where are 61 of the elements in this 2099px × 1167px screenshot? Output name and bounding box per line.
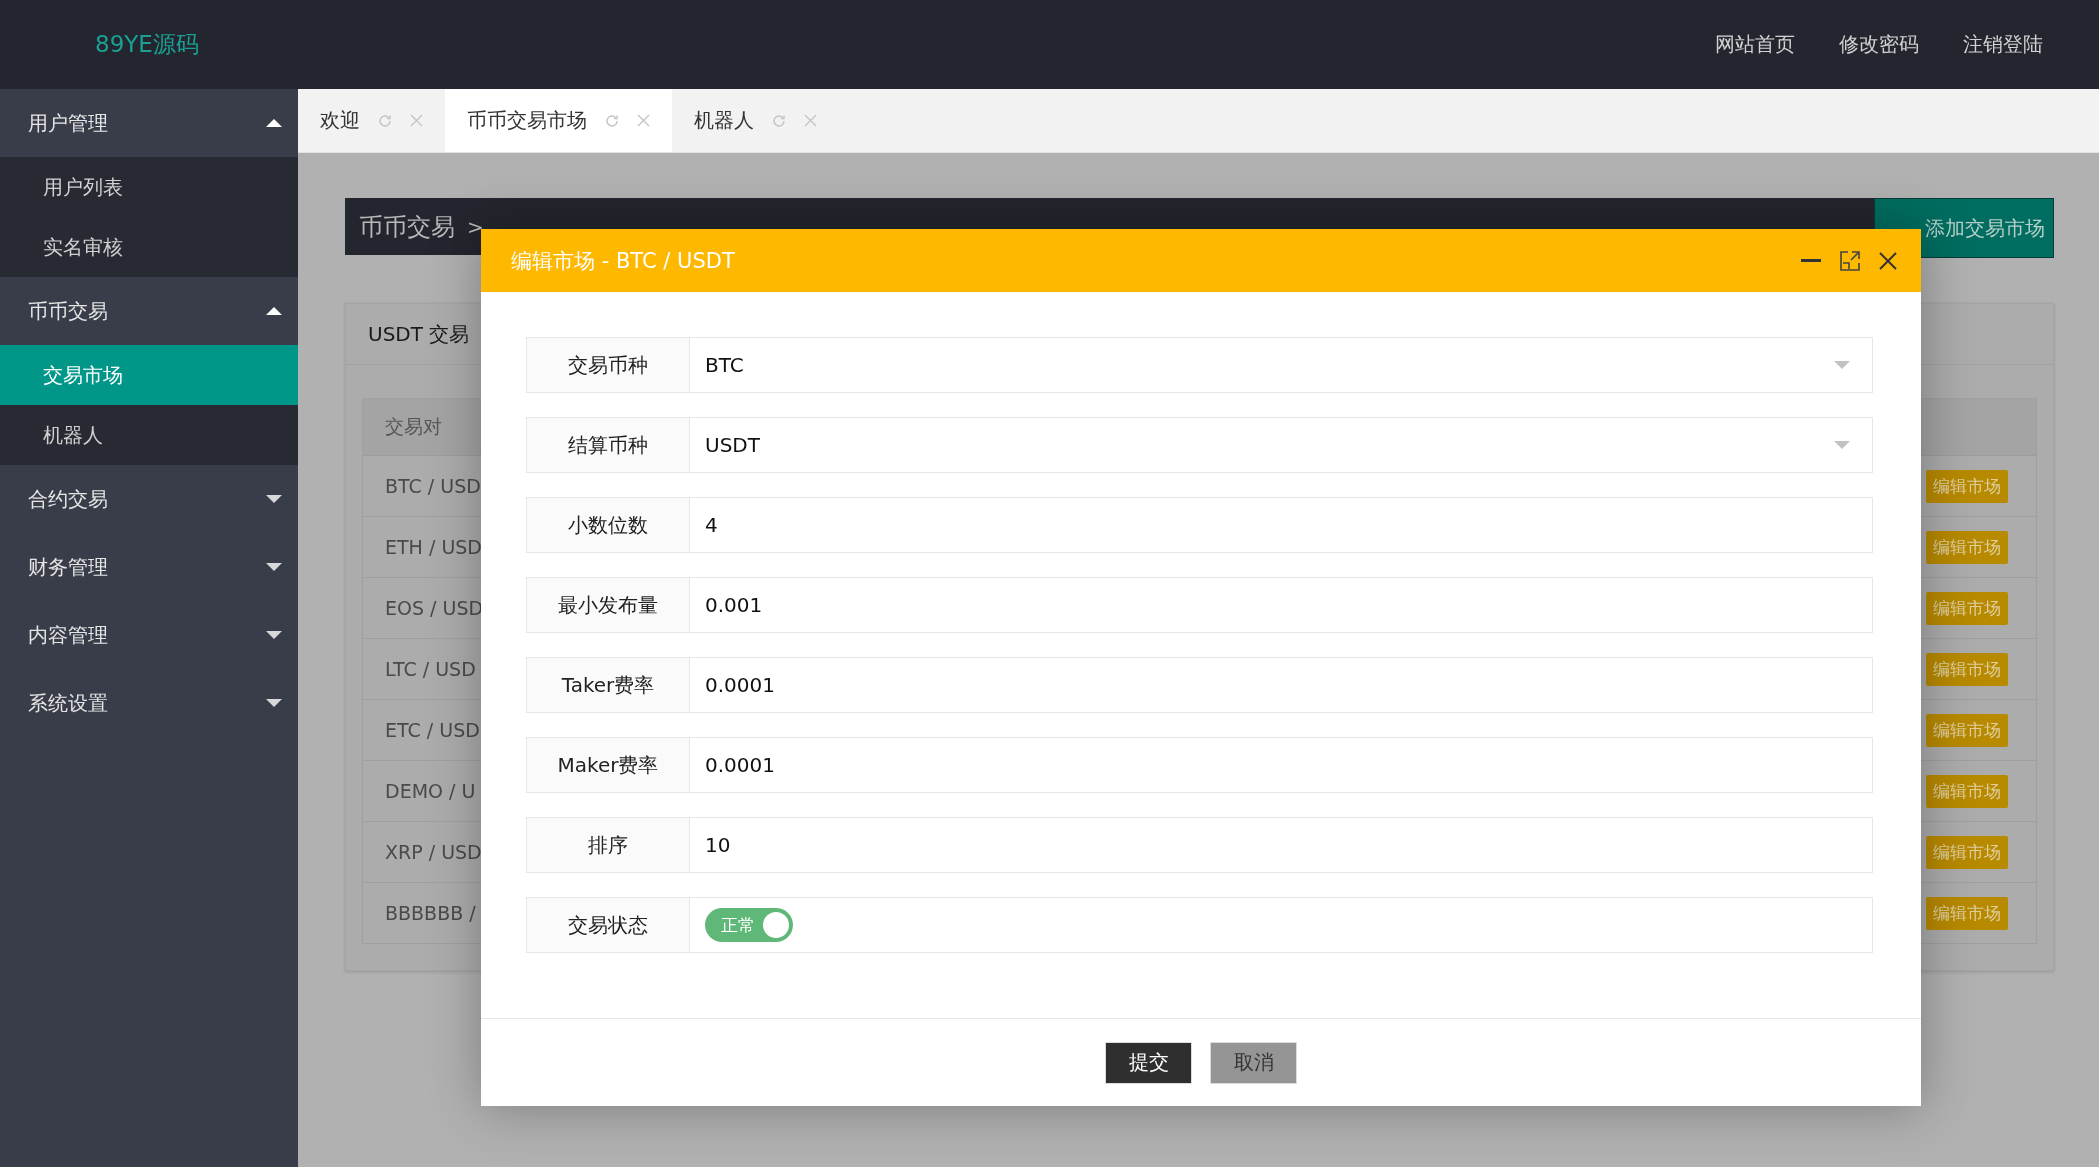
- sidebar-item[interactable]: 用户列表: [0, 157, 298, 217]
- table-cell: BTC / USD: [385, 475, 481, 497]
- sidebar-group[interactable]: 系统设置: [0, 669, 298, 737]
- refresh-icon[interactable]: [772, 113, 786, 128]
- table-cell: BBBBBB /: [385, 902, 476, 924]
- caret-icon: [266, 307, 282, 315]
- tab[interactable]: 币币交易市场: [445, 89, 672, 152]
- dropdown-arrow-icon: [1834, 441, 1850, 449]
- caret-icon: [266, 119, 282, 127]
- sidebar-item[interactable]: 机器人: [0, 405, 298, 465]
- header-link[interactable]: 网站首页: [1715, 31, 1795, 58]
- submit-button[interactable]: 提交: [1105, 1041, 1192, 1084]
- refresh-icon[interactable]: [605, 113, 619, 128]
- select-field[interactable]: BTC: [690, 337, 1873, 393]
- caret-icon: [266, 563, 282, 571]
- card-title: USDT 交易: [368, 320, 470, 348]
- field-label: 交易币种: [526, 337, 690, 393]
- table-cell: ETH / USD: [385, 536, 482, 558]
- field-label: 交易状态: [526, 897, 690, 953]
- input-field[interactable]: 0.001: [690, 577, 1873, 633]
- cancel-button[interactable]: 取消: [1210, 1041, 1297, 1084]
- caret-icon: [266, 495, 282, 503]
- breadcrumb-separator: >: [467, 214, 484, 239]
- sidebar-group[interactable]: 内容管理: [0, 601, 298, 669]
- input-field[interactable]: 0.0001: [690, 657, 1873, 713]
- tab[interactable]: 欢迎: [298, 89, 445, 152]
- breadcrumb-link[interactable]: 币币交易: [359, 210, 455, 243]
- sidebar-group[interactable]: 财务管理: [0, 533, 298, 601]
- sidebar-group[interactable]: 用户管理: [0, 89, 298, 157]
- logo[interactable]: 89YE源码: [95, 29, 199, 60]
- sidebar-group[interactable]: 币币交易: [0, 277, 298, 345]
- dropdown-arrow-icon: [1834, 361, 1850, 369]
- header-link[interactable]: 注销登陆: [1963, 31, 2043, 58]
- caret-icon: [266, 699, 282, 707]
- table-cell: ETC / USD: [385, 719, 480, 741]
- sidebar-group[interactable]: 合约交易: [0, 465, 298, 533]
- sidebar-item[interactable]: 交易市场: [0, 345, 298, 405]
- header-link[interactable]: 修改密码: [1839, 31, 1919, 58]
- select-field[interactable]: USDT: [690, 417, 1873, 473]
- input-field[interactable]: 0.0001: [690, 737, 1873, 793]
- field-label: 排序: [526, 817, 690, 873]
- close-icon[interactable]: [1879, 251, 1897, 270]
- column-header: 交易对: [385, 414, 442, 439]
- dialog-title: 编辑市场 - BTC / USDT: [511, 247, 735, 275]
- input-field[interactable]: 4: [690, 497, 1873, 553]
- table-cell: DEMO / U: [385, 780, 476, 802]
- table-cell: LTC / USD: [385, 658, 476, 680]
- table-cell: XRP / USD: [385, 841, 482, 863]
- field-label: 结算币种: [526, 417, 690, 473]
- refresh-icon[interactable]: [378, 113, 392, 128]
- field-label: Maker费率: [526, 737, 690, 793]
- field-label: 最小发布量: [526, 577, 690, 633]
- field-label: Taker费率: [526, 657, 690, 713]
- maximize-icon[interactable]: [1840, 250, 1860, 271]
- field-label: 小数位数: [526, 497, 690, 553]
- caret-icon: [266, 631, 282, 639]
- sidebar-item[interactable]: 实名审核: [0, 217, 298, 277]
- table-cell: EOS / USD: [385, 597, 484, 619]
- minimize-icon[interactable]: [1801, 258, 1821, 263]
- input-field[interactable]: 10: [690, 817, 1873, 873]
- tab[interactable]: 机器人: [672, 89, 839, 152]
